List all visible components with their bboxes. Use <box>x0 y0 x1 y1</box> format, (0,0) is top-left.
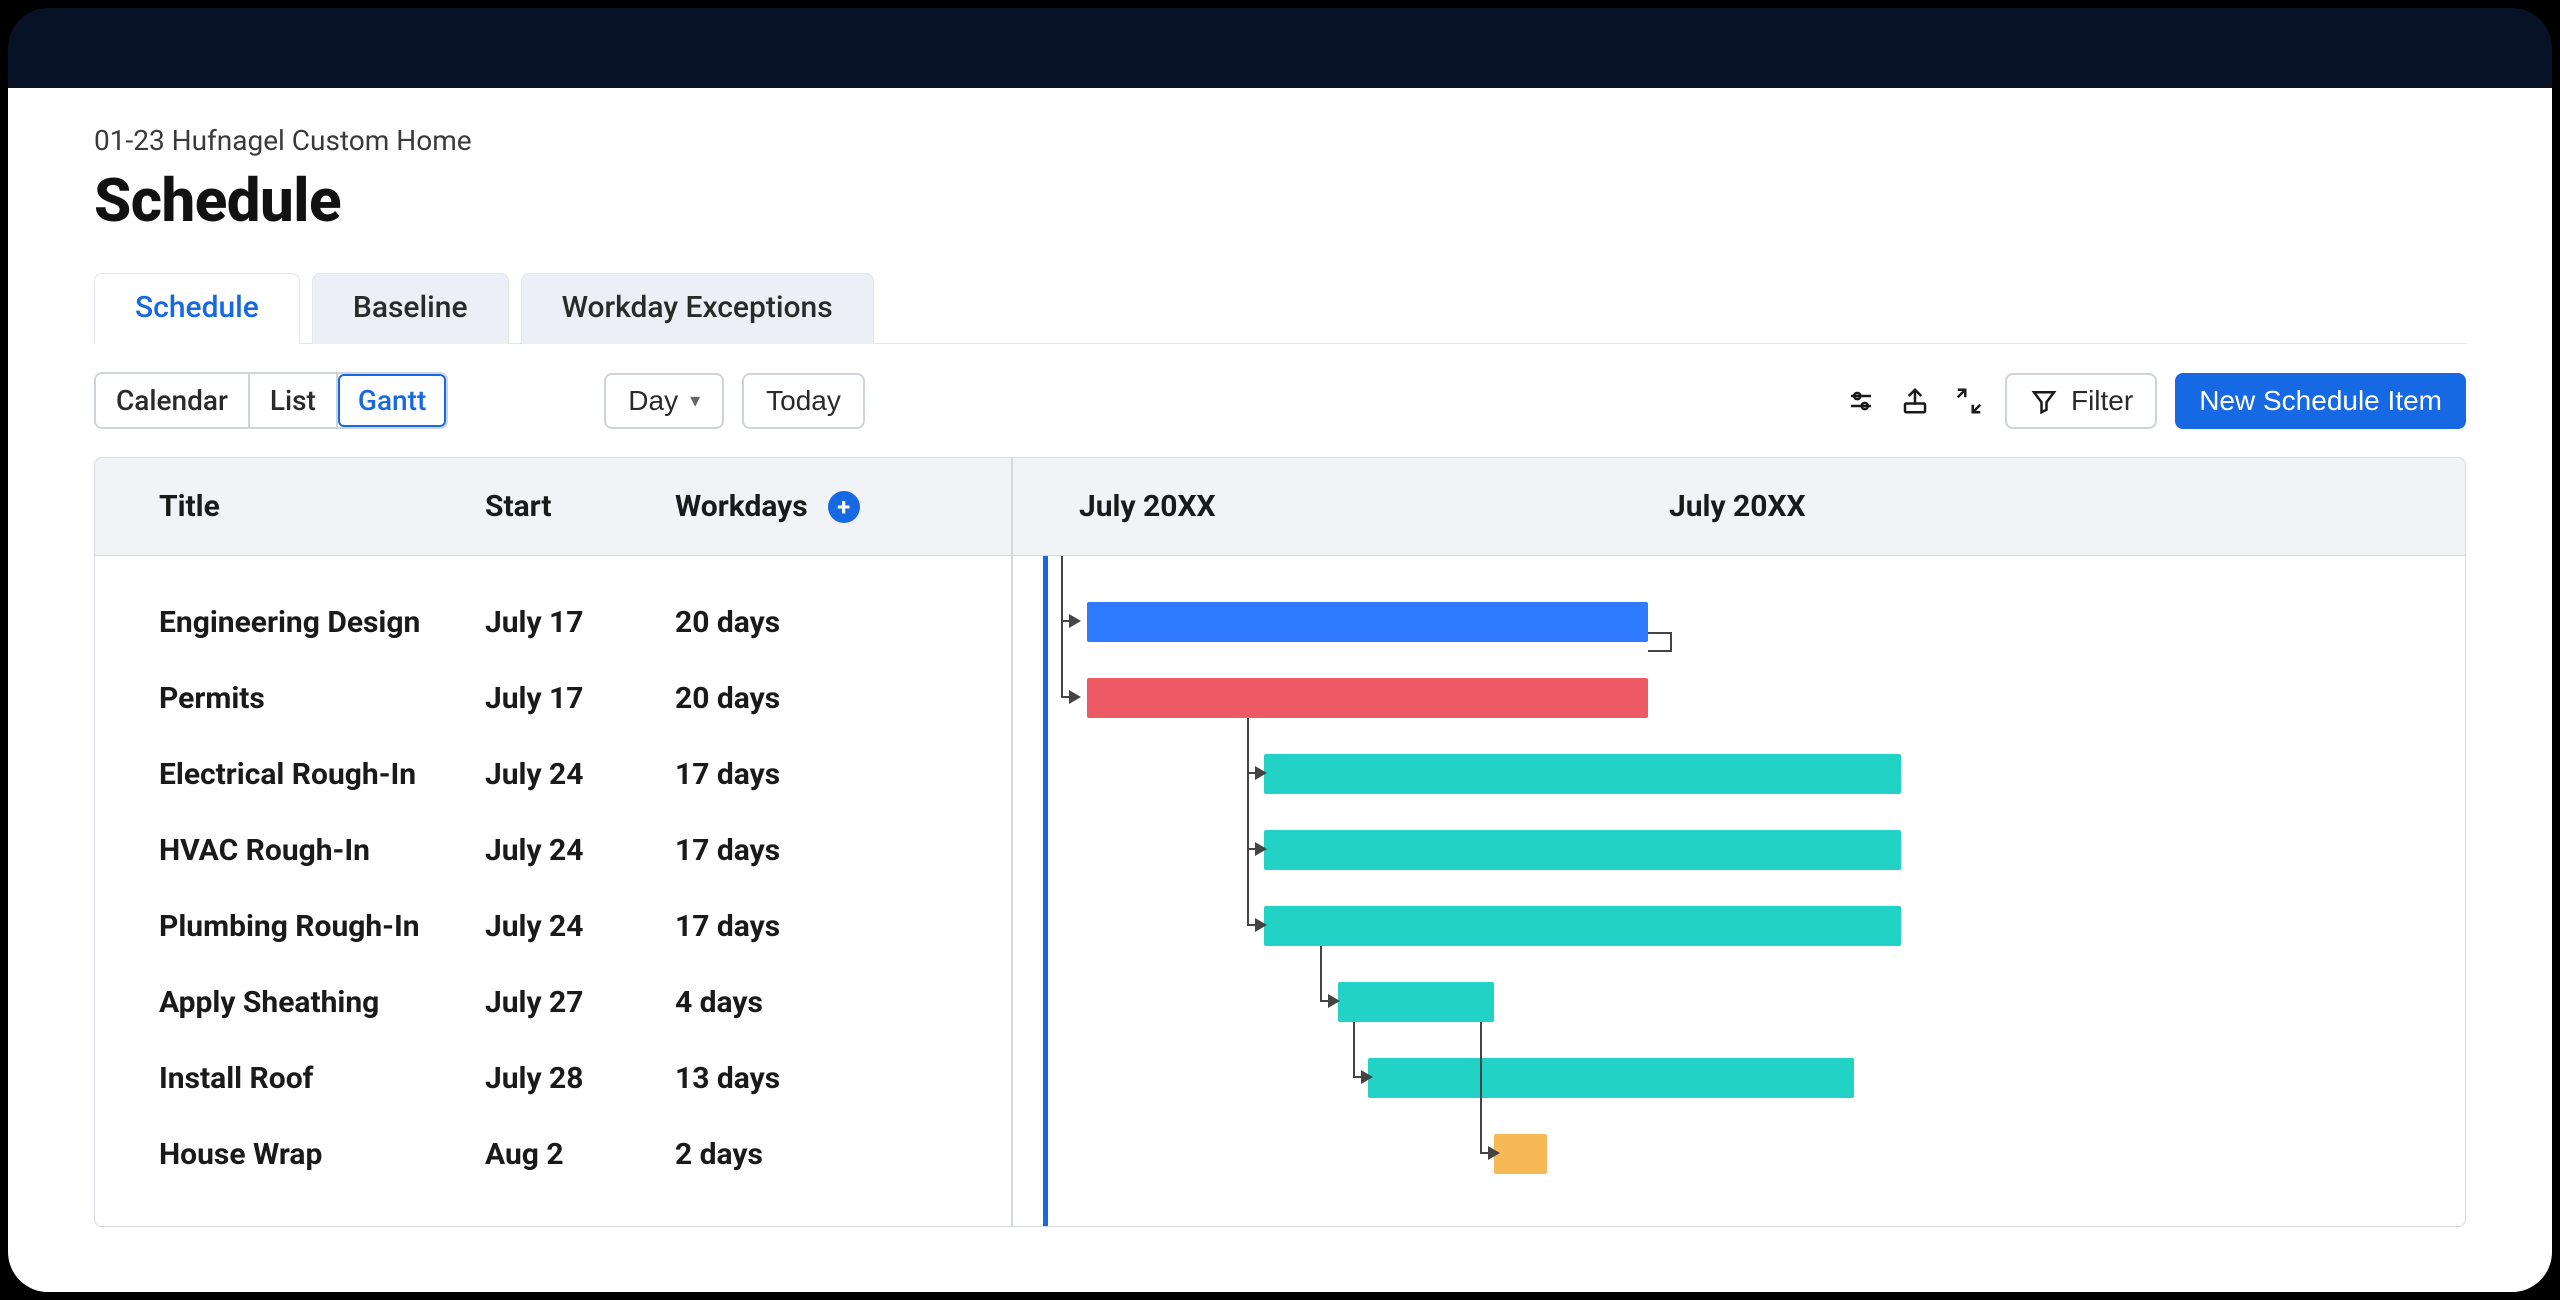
cell-title: House Wrap <box>95 1137 485 1172</box>
gantt-bar[interactable] <box>1494 1134 1547 1174</box>
col-header-start[interactable]: Start <box>485 489 675 524</box>
collapse-icon[interactable] <box>1951 383 1987 419</box>
dependency-arrow <box>1480 1022 1498 1154</box>
col-header-workdays[interactable]: Workdays + <box>675 489 895 524</box>
new-schedule-item-button[interactable]: New Schedule Item <box>2175 373 2466 429</box>
settings-sliders-icon[interactable] <box>1843 383 1879 419</box>
today-line <box>1043 556 1048 1226</box>
gantt-bar[interactable] <box>1264 906 1901 946</box>
gantt-bar[interactable] <box>1087 678 1648 718</box>
share-icon[interactable] <box>1897 383 1933 419</box>
cell-title: Electrical Rough-In <box>95 757 485 792</box>
gantt-bar[interactable] <box>1087 602 1648 642</box>
gantt-bar[interactable] <box>1264 830 1901 870</box>
cell-workdays: 4 days <box>675 985 895 1020</box>
schedule-grid: Title Start Workdays + July 20XX July 20… <box>94 457 2466 1227</box>
cell-title: Apply Sheathing <box>95 985 485 1020</box>
cell-start: July 24 <box>485 833 675 868</box>
gantt-baseline-marker <box>1648 632 1672 652</box>
window-titlebar <box>8 8 2552 88</box>
view-calendar[interactable]: Calendar <box>96 374 250 427</box>
cell-title: Install Roof <box>95 1061 485 1096</box>
table-row[interactable]: House WrapAug 22 days <box>95 1116 1011 1192</box>
gantt-bar[interactable] <box>1338 982 1494 1022</box>
cell-start: Aug 2 <box>485 1137 675 1172</box>
tab-baseline[interactable]: Baseline <box>312 273 509 344</box>
table-row[interactable]: Electrical Rough-InJuly 2417 days <box>95 736 1011 812</box>
cell-workdays: 13 days <box>675 1061 895 1096</box>
tab-schedule[interactable]: Schedule <box>94 273 300 344</box>
dependency-arrow <box>1061 556 1079 698</box>
view-switcher: Calendar List Gantt <box>94 372 448 429</box>
cell-title: Engineering Design <box>95 605 485 640</box>
gantt-bar[interactable] <box>1264 754 1901 794</box>
table-row[interactable]: Engineering DesignJuly 1720 days <box>95 584 1011 660</box>
zoom-select[interactable]: Day ▾ <box>604 373 724 429</box>
cell-start: July 17 <box>485 681 675 716</box>
cell-workdays: 20 days <box>675 605 895 640</box>
grid-header: Title Start Workdays + July 20XX July 20… <box>95 458 2465 556</box>
view-gantt[interactable]: Gantt <box>338 374 446 427</box>
task-table: Engineering DesignJuly 1720 daysPermitsJ… <box>95 556 1013 1226</box>
cell-workdays: 17 days <box>675 833 895 868</box>
breadcrumb[interactable]: 01-23 Hufnagel Custom Home <box>94 124 2466 157</box>
filter-icon <box>2029 386 2059 416</box>
cell-workdays: 2 days <box>675 1137 895 1172</box>
table-row[interactable]: Plumbing Rough-InJuly 2417 days <box>95 888 1011 964</box>
cell-start: July 24 <box>485 909 675 944</box>
filter-button[interactable]: Filter <box>2005 373 2157 429</box>
cell-start: July 17 <box>485 605 675 640</box>
cell-start: July 28 <box>485 1061 675 1096</box>
tab-workday-exceptions[interactable]: Workday Exceptions <box>521 273 874 344</box>
zoom-label: Day <box>628 385 678 417</box>
tabs: Schedule Baseline Workday Exceptions <box>94 272 2466 344</box>
table-row[interactable]: Apply SheathingJuly 274 days <box>95 964 1011 1040</box>
gantt-pane[interactable] <box>1013 556 2465 1226</box>
cell-workdays: 20 days <box>675 681 895 716</box>
cell-title: Plumbing Rough-In <box>95 909 485 944</box>
chevron-down-icon: ▾ <box>690 388 700 413</box>
gantt-bar[interactable] <box>1368 1058 1855 1098</box>
view-list[interactable]: List <box>250 374 338 427</box>
timeline-header-1: July 20XX <box>1603 489 2193 524</box>
cell-start: July 27 <box>485 985 675 1020</box>
cell-start: July 24 <box>485 757 675 792</box>
dependency-arrow <box>1353 1022 1371 1078</box>
cell-title: HVAC Rough-In <box>95 833 485 868</box>
toolbar: Calendar List Gantt Day ▾ Today Fi <box>94 372 2466 429</box>
timeline-header-0: July 20XX <box>1013 489 1603 524</box>
page-title: Schedule <box>94 165 2466 236</box>
table-row[interactable]: Install RoofJuly 2813 days <box>95 1040 1011 1116</box>
filter-label: Filter <box>2071 385 2133 417</box>
table-row[interactable]: PermitsJuly 1720 days <box>95 660 1011 736</box>
dependency-arrow <box>1247 718 1265 926</box>
today-button[interactable]: Today <box>742 373 865 429</box>
col-header-title[interactable]: Title <box>95 489 485 524</box>
dependency-arrow <box>1320 946 1338 1002</box>
cell-workdays: 17 days <box>675 757 895 792</box>
table-row[interactable]: HVAC Rough-InJuly 2417 days <box>95 812 1011 888</box>
cell-title: Permits <box>95 681 485 716</box>
col-header-workdays-label: Workdays <box>675 489 808 524</box>
cell-workdays: 17 days <box>675 909 895 944</box>
add-column-icon[interactable]: + <box>828 491 860 523</box>
